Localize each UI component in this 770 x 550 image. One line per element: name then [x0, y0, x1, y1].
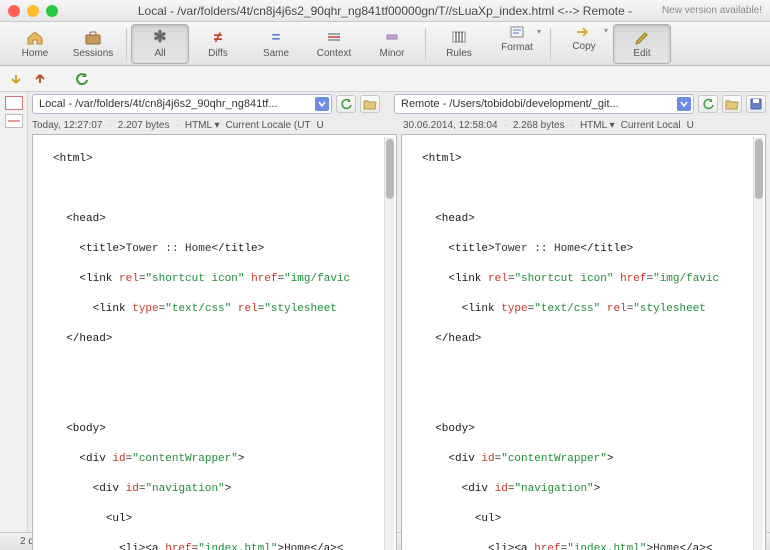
asterisk-icon: ✱ [150, 28, 170, 46]
overview-thumb[interactable] [5, 114, 23, 128]
right-encoding[interactable]: Current Local [621, 120, 681, 131]
copy-button[interactable]: Copy ▾ [555, 24, 613, 64]
title-bar: Local - /var/folders/4t/cn8j4j6s2_90qhr_… [0, 0, 770, 22]
context-filter-button[interactable]: Context [305, 24, 363, 64]
left-pane: <html> <head> <title>Tower :: Home</titl… [32, 134, 397, 550]
home-button[interactable]: Home [6, 24, 64, 64]
minor-filter-button[interactable]: Minor [363, 24, 421, 64]
zoom-traffic-light[interactable] [46, 5, 58, 17]
left-type-dropdown[interactable]: HTML ▾ [185, 120, 220, 131]
minimize-traffic-light[interactable] [27, 5, 39, 17]
minor-icon [382, 28, 402, 46]
open-folder-icon[interactable] [722, 95, 742, 113]
right-pane: <html> <head> <title>Tower :: Home</titl… [401, 134, 766, 550]
minor-label: Minor [379, 48, 404, 59]
overview-thumb[interactable] [5, 96, 23, 110]
rules-label: Rules [446, 48, 472, 59]
left-timestamp: Today, 12:27:07 [32, 120, 102, 131]
right-path-text: Remote - /Users/tobidobi/development/_gi… [401, 98, 619, 110]
chevron-down-icon: ▾ [604, 26, 608, 35]
pencil-icon [632, 28, 652, 46]
right-type-dropdown[interactable]: HTML ▾ [580, 120, 615, 131]
format-label: Format [501, 42, 533, 53]
right-code-editor[interactable]: <html> <head> <title>Tower :: Home</titl… [401, 134, 766, 550]
left-info-bar: Today, 12:27:07· 2.207 bytes· HTML ▾ Cur… [28, 116, 399, 134]
same-filter-button[interactable]: = Same [247, 24, 305, 64]
scrollbar[interactable] [753, 137, 763, 550]
chevron-down-icon[interactable] [677, 97, 691, 111]
left-size: 2.207 bytes [118, 120, 170, 131]
format-icon [507, 24, 527, 40]
window-title: Local - /var/folders/4t/cn8j4j6s2_90qhr_… [138, 4, 632, 18]
right-path-field[interactable]: Remote - /Users/tobidobi/development/_gi… [394, 94, 694, 114]
home-label: Home [22, 48, 49, 59]
referee-icon [449, 28, 469, 46]
right-timestamp: 30.06.2014, 12:58:04 [403, 120, 498, 131]
copy-label: Copy [572, 41, 595, 52]
not-equal-icon: ≠ [208, 28, 228, 46]
left-path-text: Local - /var/folders/4t/cn8j4j6s2_90qhr_… [39, 98, 277, 110]
rules-button[interactable]: Rules [430, 24, 488, 64]
open-folder-icon[interactable] [360, 95, 380, 113]
right-size: 2.268 bytes [513, 120, 565, 131]
diffs-filter-button[interactable]: ≠ Diffs [189, 24, 247, 64]
all-label: All [154, 48, 165, 59]
format-button[interactable]: Format ▾ [488, 24, 546, 64]
overview-gutter[interactable] [0, 92, 28, 532]
main-area: Local - /var/folders/4t/cn8j4j6s2_90qhr_… [0, 92, 770, 532]
update-hint[interactable]: New version available! [662, 5, 762, 16]
briefcase-icon [83, 28, 103, 46]
home-icon [25, 28, 45, 46]
diffs-label: Diffs [208, 48, 228, 59]
toolbar: Home Sessions ✱ All ≠ Diffs = Same Conte… [0, 22, 770, 66]
copy-arrow-icon [574, 25, 594, 39]
next-diff-down-icon[interactable] [8, 71, 24, 87]
context-icon [324, 28, 344, 46]
sessions-button[interactable]: Sessions [64, 24, 122, 64]
prev-diff-up-icon[interactable] [32, 71, 48, 87]
all-filter-button[interactable]: ✱ All [131, 24, 189, 64]
left-encoding[interactable]: Current Locale (UT [226, 120, 311, 131]
context-label: Context [317, 48, 351, 59]
save-icon[interactable] [746, 95, 766, 113]
refresh-icon[interactable] [336, 95, 356, 113]
nav-row [0, 66, 770, 92]
sessions-label: Sessions [73, 48, 114, 59]
scrollbar[interactable] [384, 137, 394, 550]
refresh-icon[interactable] [698, 95, 718, 113]
edit-button[interactable]: Edit [613, 24, 671, 64]
close-traffic-light[interactable] [8, 5, 20, 17]
left-code-editor[interactable]: <html> <head> <title>Tower :: Home</titl… [32, 134, 397, 550]
chevron-down-icon: ▾ [537, 27, 541, 36]
equal-icon: = [266, 28, 286, 46]
same-label: Same [263, 48, 289, 59]
chevron-down-icon[interactable] [315, 97, 329, 111]
right-lineend: U [687, 120, 694, 131]
left-path-field[interactable]: Local - /var/folders/4t/cn8j4j6s2_90qhr_… [32, 94, 332, 114]
toolbar-separator [126, 28, 127, 60]
right-info-bar: 30.06.2014, 12:58:04· 2.268 bytes· HTML … [399, 116, 770, 134]
path-row: Local - /var/folders/4t/cn8j4j6s2_90qhr_… [28, 92, 770, 116]
edit-label: Edit [633, 48, 650, 59]
toolbar-separator [425, 28, 426, 60]
reload-icon[interactable] [74, 71, 90, 87]
toolbar-separator [550, 28, 551, 60]
left-lineend: U [317, 120, 324, 131]
